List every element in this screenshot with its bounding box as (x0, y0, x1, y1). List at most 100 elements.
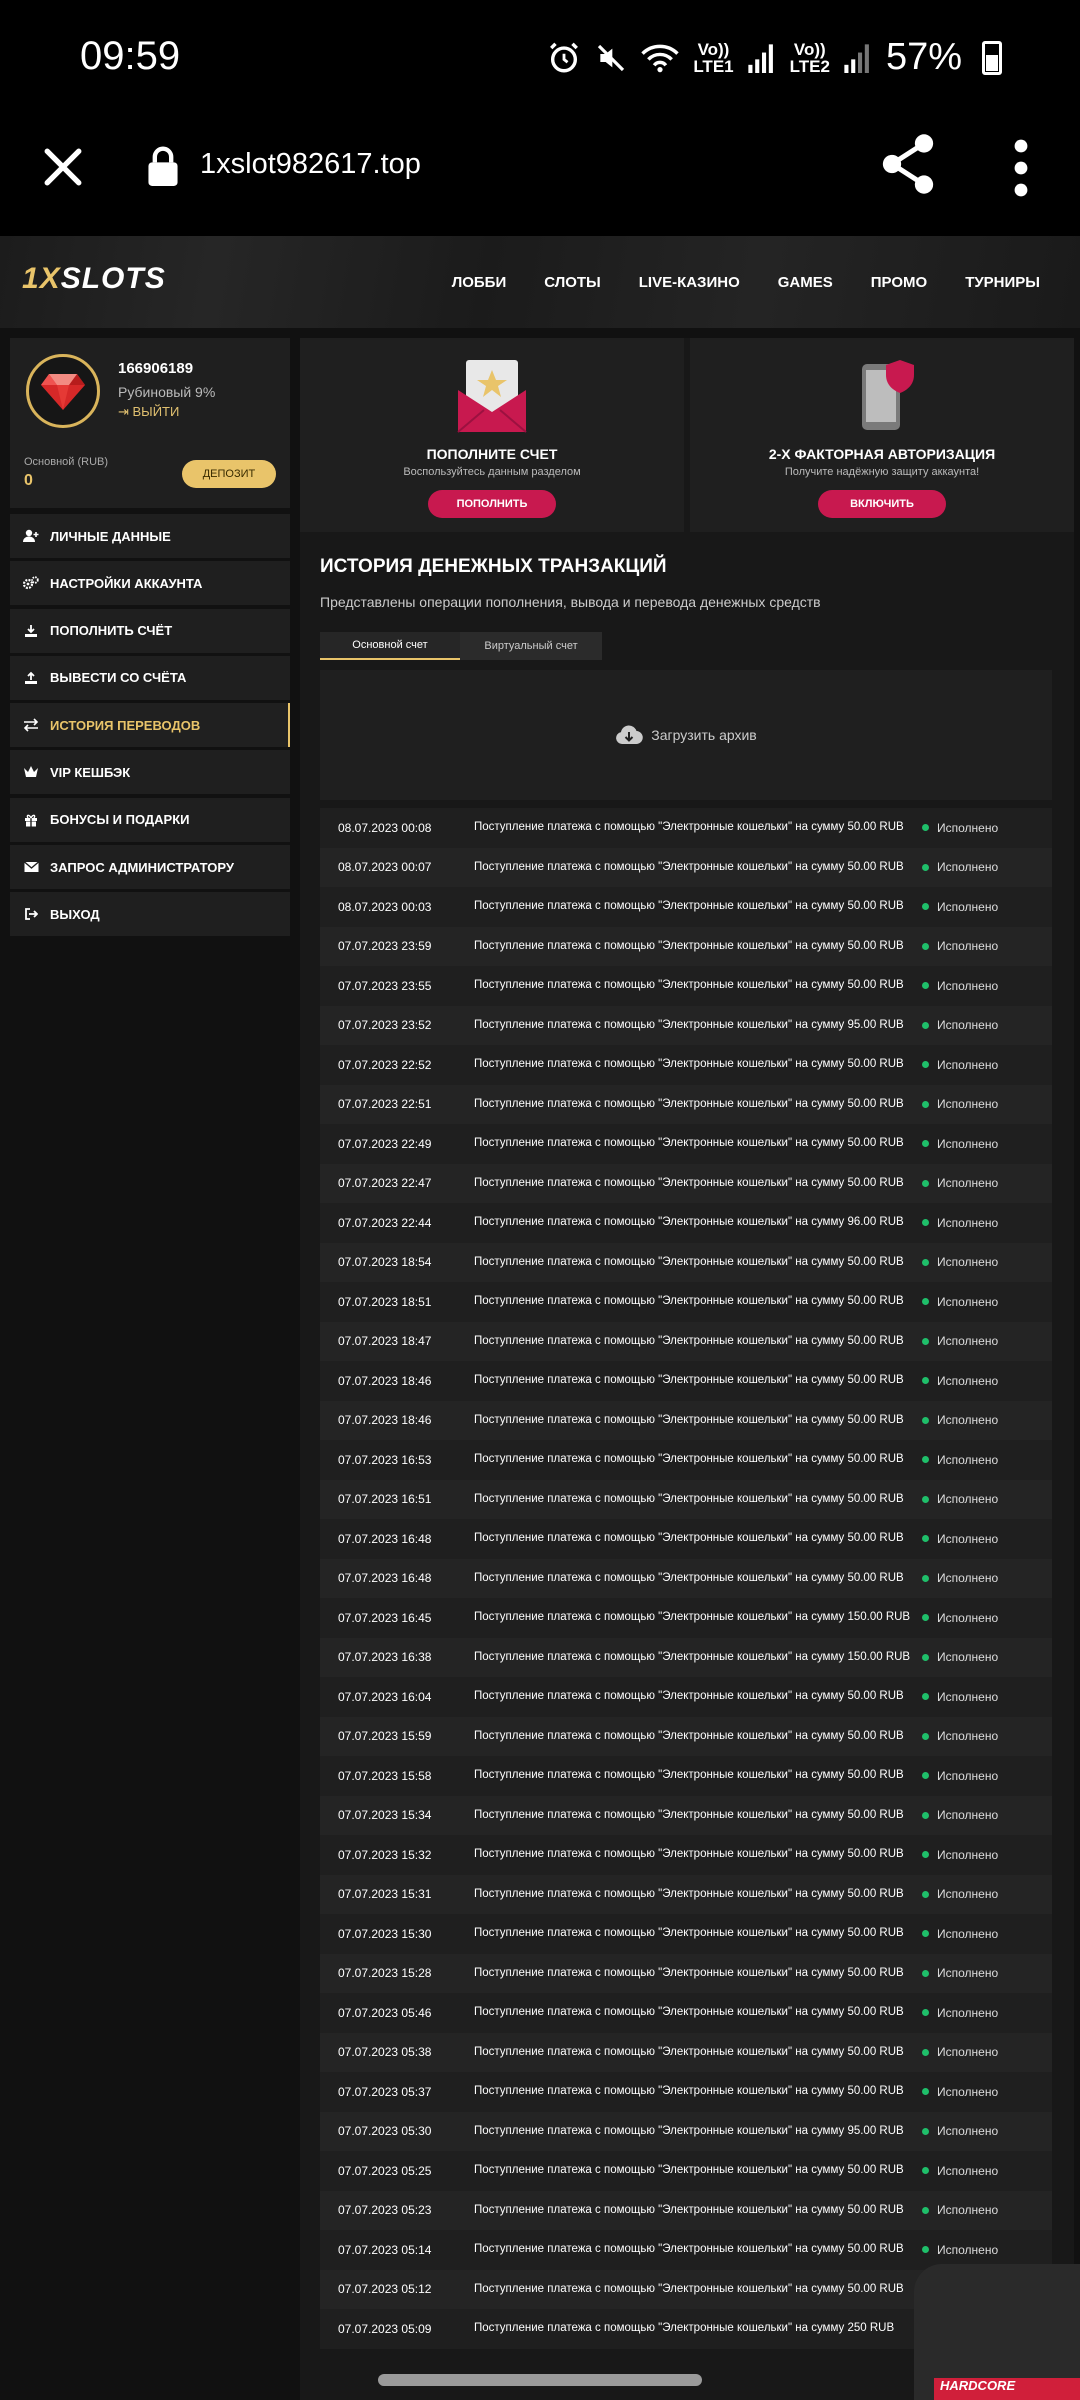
tx-description: Поступление платежа с помощью "Электронн… (474, 821, 904, 834)
nav-promo[interactable]: ПРОМО (871, 274, 927, 291)
site-logo[interactable]: 1XSLOTS (22, 262, 166, 296)
share-icon[interactable] (880, 132, 936, 196)
table-row: 07.07.2023 15:59 Поступление платежа с по… (320, 1716, 1052, 1756)
tx-date: 07.07.2023 05:30 (338, 2124, 432, 2139)
tx-status-label: Исполнено (937, 860, 999, 875)
tx-date: 07.07.2023 15:59 (338, 1729, 432, 1744)
menu-item-admin-request[interactable]: ЗАПРОС АДМИНИСТРАТОРУ (10, 845, 290, 890)
enable-2fa-button[interactable]: ВКЛЮЧИТЬ (818, 490, 946, 518)
tx-status-label: Исполнено (937, 1847, 999, 1862)
topup-button[interactable]: ПОПОЛНИТЬ (428, 490, 556, 518)
tx-status-label: Исполнено (937, 1531, 999, 1546)
tab-main-account[interactable]: Основной счет (320, 632, 460, 660)
menu-item-vip-cashback[interactable]: VIP КЕШБЭК (10, 750, 290, 795)
tx-status-label: Исполнено (937, 1373, 999, 1388)
tx-status: Исполнено (922, 1255, 998, 1269)
tx-description: Поступление платежа с помощью "Электронн… (474, 2164, 904, 2177)
two-factor-promo-card: 2-Х ФАКТОРНАЯ АВТОРИЗАЦИЯ Получите надёж… (690, 338, 1074, 532)
tx-date: 07.07.2023 05:38 (338, 2045, 432, 2060)
status-dot-icon (922, 1219, 929, 1227)
tx-date: 07.07.2023 23:55 (338, 978, 432, 993)
upload-icon (22, 671, 40, 685)
status-dot-icon (922, 1140, 929, 1148)
table-row: 07.07.2023 15:31 Поступление платежа с по… (320, 1874, 1052, 1914)
status-dot-icon (922, 1653, 929, 1661)
signal-weak-icon (844, 43, 872, 73)
menu-item-withdraw[interactable]: ВЫВЕСТИ СО СЧЁТА (10, 655, 290, 700)
sim1-label: Vo)) LTE1 (693, 39, 734, 76)
tx-status: Исполнено (922, 1018, 998, 1032)
tx-status: Исполнено (922, 1058, 998, 1072)
status-dot-icon (922, 1021, 929, 1029)
tx-date: 08.07.2023 00:08 (338, 820, 432, 835)
tx-status: Исполнено (922, 1729, 998, 1743)
status-bar: 09:59 Vo)) LTE1 Vo)) LTE2 57% (0, 0, 1080, 120)
download-archive-button[interactable]: Загрузить архив (320, 670, 1052, 800)
floating-promo-widget[interactable]: HARDCORE (914, 2264, 1080, 2400)
tx-status-label: Исполнено (937, 1492, 999, 1507)
tx-status: Исполнено (922, 1611, 998, 1625)
avatar (26, 354, 100, 428)
table-row: 07.07.2023 15:28 Поступление платежа с по… (320, 1953, 1052, 1993)
deposit-promo-subtitle: Воспользуйтесь данным разделом (403, 466, 581, 478)
nav-games[interactable]: GAMES (778, 274, 833, 291)
tx-date: 07.07.2023 18:46 (338, 1413, 432, 1428)
tx-description: Поступление платежа с помощью "Электронн… (474, 2203, 904, 2216)
deposit-button[interactable]: ДЕПОЗИТ (182, 460, 276, 488)
menu-item-transfer-history[interactable]: ИСТОРИЯ ПЕРЕВОДОВ (10, 703, 290, 748)
tx-description: Поступление платежа с помощью "Электронн… (474, 1848, 904, 1861)
tx-status-label: Исполнено (937, 1255, 999, 1270)
download-icon (22, 624, 40, 638)
menu-item-logout[interactable]: ВЫХОД (10, 892, 290, 937)
tx-description: Поступление платежа с помощью "Электронн… (474, 1808, 904, 1821)
tx-status-label: Исполнено (937, 2124, 999, 2139)
two-factor-subtitle: Получите надёжную защиту аккаунта! (784, 466, 980, 478)
table-row: 07.07.2023 15:32 Поступление платежа с по… (320, 1835, 1052, 1875)
tx-status-label: Исполнено (937, 1215, 999, 1230)
tx-status-label: Исполнено (937, 1097, 999, 1112)
tx-status: Исполнено (922, 1374, 998, 1388)
more-menu-icon[interactable] (1006, 138, 1036, 198)
status-icons: Vo)) LTE1 Vo)) LTE2 57% (547, 36, 1002, 79)
status-dot-icon (922, 1614, 929, 1622)
user-id: 166906189 (118, 360, 194, 377)
nav-tournaments[interactable]: ТУРНИРЫ (965, 274, 1040, 291)
status-dot-icon (922, 2246, 929, 2254)
address-bar-url[interactable]: 1xslot982617.top (200, 148, 421, 181)
tx-status-label: Исполнено (937, 1452, 999, 1467)
status-dot-icon (922, 2009, 929, 2017)
tx-description: Поступление платежа с помощью "Электронн… (474, 1453, 904, 1466)
table-row: 07.07.2023 16:45 Поступление платежа с по… (320, 1598, 1052, 1638)
tx-description: Поступление платежа с помощью "Электронн… (474, 1413, 904, 1426)
tx-date: 07.07.2023 22:52 (338, 1057, 432, 1072)
tx-status-label: Исполнено (937, 1334, 999, 1349)
home-indicator[interactable] (378, 2374, 702, 2386)
floating-widget-label: HARDCORE (934, 2378, 1080, 2400)
logout-link[interactable]: ⇥ ВЫЙТИ (118, 404, 179, 420)
nav-live-casino[interactable]: LIVE-КАЗИНО (639, 274, 740, 291)
table-row: 07.07.2023 05:46 Поступление платежа с по… (320, 1993, 1052, 2033)
tx-status-label: Исполнено (937, 1136, 999, 1151)
status-dot-icon (922, 1772, 929, 1780)
tx-date: 07.07.2023 05:46 (338, 2005, 432, 2020)
close-icon[interactable] (36, 140, 90, 194)
tx-status: Исполнено (922, 1532, 998, 1546)
menu-item-account-settings[interactable]: НАСТРОЙКИ АККАУНТА (10, 561, 290, 606)
tx-status: Исполнено (922, 1650, 998, 1664)
nav-slots[interactable]: СЛОТЫ (544, 274, 601, 291)
table-row: 07.07.2023 16:48 Поступление платежа с по… (320, 1558, 1052, 1598)
menu-item-personal-data[interactable]: ЛИЧНЫЕ ДАННЫЕ (10, 514, 290, 558)
menu-item-deposit[interactable]: ПОПОЛНИТЬ СЧЁТ (10, 608, 290, 653)
status-dot-icon (922, 2048, 929, 2056)
tab-virtual-account[interactable]: Виртуальный счет (460, 632, 602, 660)
deposit-promo-title: ПОПОЛНИТЕ СЧЕТ (426, 446, 558, 462)
status-dot-icon (922, 1179, 929, 1187)
tx-status-label: Исполнено (937, 1176, 999, 1191)
tx-status-label: Исполнено (937, 2045, 999, 2060)
status-dot-icon (922, 982, 929, 990)
tx-description: Поступление платежа с помощью "Электронн… (474, 939, 904, 952)
nav-lobby[interactable]: ЛОББИ (452, 274, 507, 291)
menu-item-bonuses[interactable]: БОНУСЫ И ПОДАРКИ (10, 797, 290, 842)
tx-status-label: Исполнено (937, 1018, 999, 1033)
logout-icon: ⇥ (118, 404, 133, 419)
